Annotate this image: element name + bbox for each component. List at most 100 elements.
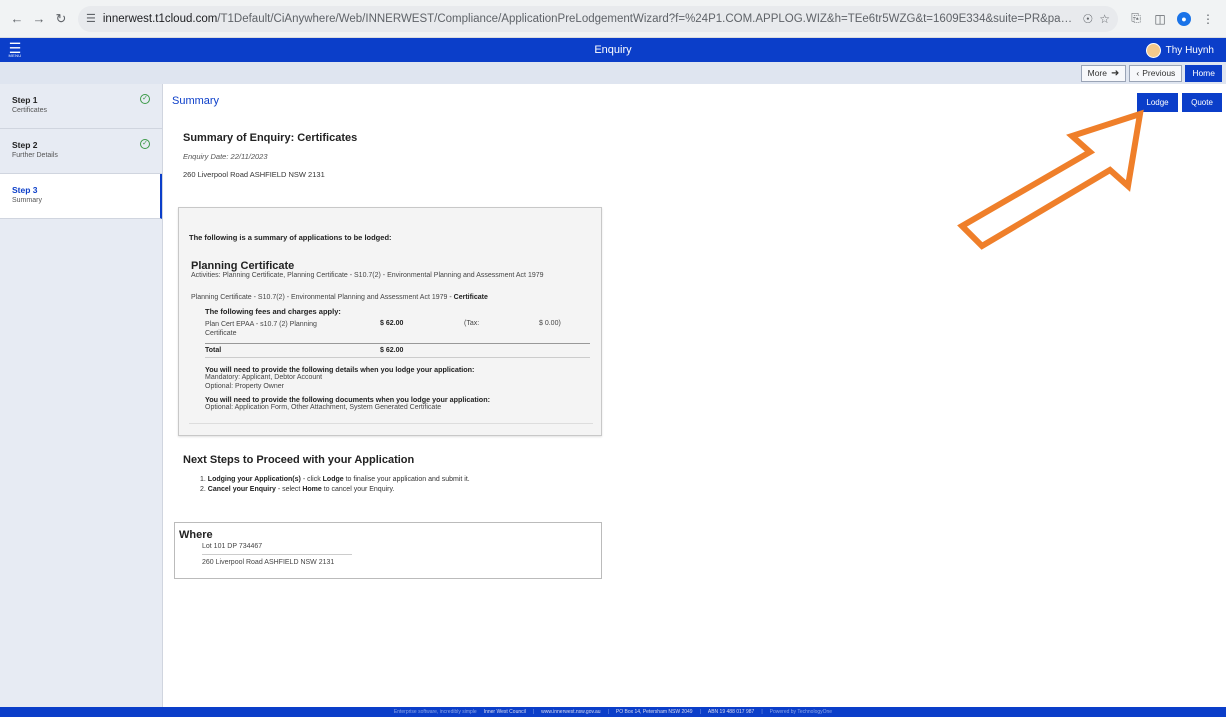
step-button-ref: Home xyxy=(302,486,322,493)
avatar xyxy=(1145,42,1161,58)
reload-icon[interactable]: ↻ xyxy=(50,8,72,30)
details-optional: Optional: Property Owner xyxy=(205,383,284,390)
step-title: Step 3 xyxy=(12,185,38,195)
browser-menu-icon[interactable]: ⋮ xyxy=(1196,7,1220,31)
divider xyxy=(202,554,352,555)
main-content: Summary Lodge Quote Summary of Enquiry: … xyxy=(164,84,1226,707)
application-activities: Activities: Planning Certificate, Planni… xyxy=(191,272,544,279)
step-desc: Certificates xyxy=(12,107,48,114)
forward-arrow-icon[interactable]: → xyxy=(28,8,50,30)
divider xyxy=(205,357,590,358)
check-circle-icon: ✓ xyxy=(140,94,150,104)
arrow-right-icon: ➜ xyxy=(1111,67,1120,79)
footer-website[interactable]: www.innerwest.nsw.gov.au xyxy=(541,709,600,715)
summary-intro: The following is a summary of applicatio… xyxy=(189,233,392,242)
footer-po-box: PO Box 14, Petersham NSW 2049 xyxy=(615,709,693,715)
divider: | xyxy=(699,709,701,715)
divider: | xyxy=(607,709,609,715)
address-bar[interactable]: ☰ innerwest.t1cloud.com /T1Default/CiAny… xyxy=(78,5,1118,32)
more-label: More xyxy=(1087,68,1107,78)
section-heading: Summary xyxy=(172,95,220,107)
divider xyxy=(205,343,590,344)
step-text: - click xyxy=(300,476,323,483)
bookmark-star-icon[interactable]: ☆ xyxy=(1099,12,1110,26)
step-text: - select xyxy=(275,486,303,493)
step-number: 1. xyxy=(200,476,206,483)
where-address: 260 Liverpool Road ASHFIELD NSW 2131 xyxy=(202,559,335,566)
url-domain: innerwest.t1cloud.com xyxy=(102,12,218,25)
step-action: Cancel your Enquiry xyxy=(207,486,276,493)
step-number: 2. xyxy=(200,486,206,493)
back-arrow-icon[interactable]: ← xyxy=(6,8,28,30)
check-circle-icon: ✓ xyxy=(140,139,150,149)
footer-powered: Powered by TechnologyOne xyxy=(769,709,833,715)
divider xyxy=(189,423,593,424)
applications-summary-box: The following is a summary of applicatio… xyxy=(178,207,602,436)
step-desc: Summary xyxy=(12,197,42,204)
action-toolbar: More ➜ ‹ Previous Home xyxy=(0,62,1226,84)
home-button[interactable]: Home xyxy=(1185,64,1222,82)
step-text: to cancel your Enquiry. xyxy=(321,486,395,493)
url-path: /T1Default/CiAnywhere/Web/INNERWEST/Comp… xyxy=(217,12,1077,25)
where-lot: Lot 101 DP 734467 xyxy=(202,543,263,550)
user-menu[interactable]: Thy Huynh xyxy=(1145,42,1226,58)
more-button[interactable]: More ➜ xyxy=(1080,64,1127,82)
profile-icon[interactable]: ● xyxy=(1172,7,1196,31)
enquiry-title: Summary of Enquiry: Certificates xyxy=(183,132,358,144)
step-3[interactable]: Step 3 Summary xyxy=(0,174,162,219)
where-box: Where Lot 101 DP 734467 260 Liverpool Ro… xyxy=(174,522,602,579)
previous-label: Previous xyxy=(1142,68,1176,78)
fee-amount: $ 62.00 xyxy=(380,320,404,327)
menu-button[interactable]: ☰ MENU xyxy=(0,38,30,62)
footer-council: Inner West Council xyxy=(483,709,526,715)
step-desc: Further Details xyxy=(12,152,58,159)
next-steps-heading: Next Steps to Proceed with your Applicat… xyxy=(183,454,415,466)
site-settings-icon[interactable]: ☰ xyxy=(86,12,96,25)
page-title: Enquiry xyxy=(594,44,632,56)
application-line-text: Planning Certificate - S10.7(2) - Enviro… xyxy=(191,294,454,301)
footer: Enterprise software, incredibly simple I… xyxy=(0,707,1226,717)
quote-button[interactable]: Quote xyxy=(1182,93,1222,112)
lodge-button[interactable]: Lodge xyxy=(1137,93,1178,112)
total-label: Total xyxy=(205,347,222,354)
fees-heading: The following fees and charges apply: xyxy=(205,307,341,316)
application-line-type: Certificate xyxy=(453,294,488,301)
user-name: Thy Huynh xyxy=(1165,44,1214,56)
documents-heading: You will need to provide the following d… xyxy=(205,395,490,404)
documents-optional: Optional: Application Form, Other Attach… xyxy=(205,404,442,411)
step-title: Step 2 xyxy=(12,140,38,150)
next-step-item: 1. Lodging your Application(s) - click L… xyxy=(200,476,470,483)
location-pin-icon[interactable]: ☉ xyxy=(1082,12,1093,26)
fee-tax-label: (Tax: xyxy=(464,320,480,327)
application-line: Planning Certificate - S10.7(2) - Enviro… xyxy=(191,294,488,301)
side-panel-icon[interactable]: ◫ xyxy=(1148,7,1172,31)
where-title: Where xyxy=(179,529,213,541)
wizard-steps-sidebar: Step 1 Certificates ✓ Step 2 Further Det… xyxy=(0,84,163,707)
step-1[interactable]: Step 1 Certificates ✓ xyxy=(0,84,162,129)
browser-toolbar: ← → ↻ ☰ innerwest.t1cloud.com /T1Default… xyxy=(0,0,1226,38)
step-2[interactable]: Step 2 Further Details ✓ xyxy=(0,129,162,174)
details-mandatory: Mandatory: Applicant, Debtor Account xyxy=(205,374,323,381)
next-step-item: 2. Cancel your Enquiry - select Home to … xyxy=(200,486,394,493)
details-heading: You will need to provide the following d… xyxy=(205,365,475,374)
enquiry-address: 260 Liverpool Road ASHFIELD NSW 2131 xyxy=(183,170,325,179)
home-label: Home xyxy=(1192,68,1215,78)
footer-abn: ABN 19 488 017 987 xyxy=(707,709,755,715)
step-text: to finalise your application and submit … xyxy=(343,476,470,483)
total-value: $ 62.00 xyxy=(380,347,404,354)
step-title: Step 1 xyxy=(12,95,38,105)
fee-tax-value: $ 0.00) xyxy=(539,320,561,327)
footer-tagline: Enterprise software, incredibly simple xyxy=(393,709,477,715)
enquiry-date: Enquiry Date: 22/11/2023 xyxy=(183,152,268,161)
app-header: ☰ MENU Enquiry Thy Huynh xyxy=(0,38,1226,62)
fee-name: Plan Cert EPAA - s10.7 (2) Planning Cert… xyxy=(205,321,317,337)
divider: | xyxy=(532,709,535,715)
chevron-left-icon: ‹ xyxy=(1136,68,1140,78)
application-title: Planning Certificate xyxy=(191,260,295,272)
extensions-icon[interactable]: ⎘ xyxy=(1124,7,1148,31)
divider: | xyxy=(761,709,763,715)
menu-label: MENU xyxy=(8,53,22,58)
step-action: Lodging your Application(s) xyxy=(207,476,301,483)
previous-button[interactable]: ‹ Previous xyxy=(1129,64,1183,82)
step-button-ref: Lodge xyxy=(322,476,344,483)
